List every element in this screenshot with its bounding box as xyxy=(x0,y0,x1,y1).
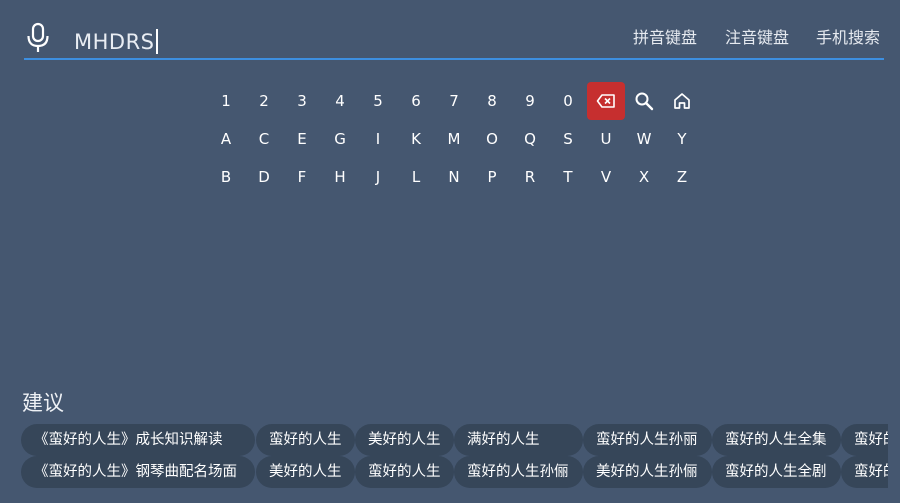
pinyin-keyboard-button[interactable]: 拼音键盘 xyxy=(633,28,697,48)
key-t[interactable]: T xyxy=(549,158,587,196)
key-3[interactable]: 3 xyxy=(283,82,321,120)
key-1[interactable]: 1 xyxy=(207,82,245,120)
search-query-text: MHDRS xyxy=(74,30,155,54)
key-d[interactable]: D xyxy=(245,158,283,196)
suggestions-heading: 建议 xyxy=(22,391,64,415)
suggestion-chip[interactable]: 蛮好的人生孙丽 xyxy=(583,424,712,456)
key-0[interactable]: 0 xyxy=(549,82,587,120)
key-g[interactable]: G xyxy=(321,120,359,158)
suggestion-chip[interactable]: 蛮好的 xyxy=(841,456,888,488)
key-x[interactable]: X xyxy=(625,158,663,196)
key-b[interactable]: B xyxy=(207,158,245,196)
key-u[interactable]: U xyxy=(587,120,625,158)
key-e[interactable]: E xyxy=(283,120,321,158)
search-page: MHDRS 拼音键盘 注音键盘 手机搜索 1 2 3 4 5 6 7 8 9 0 xyxy=(0,0,900,503)
key-k[interactable]: K xyxy=(397,120,435,158)
key-r[interactable]: R xyxy=(511,158,549,196)
suggestion-chip[interactable]: 美好的人生 xyxy=(355,424,454,456)
key-9[interactable]: 9 xyxy=(511,82,549,120)
key-8[interactable]: 8 xyxy=(473,82,511,120)
key-w[interactable]: W xyxy=(625,120,663,158)
search-bar[interactable]: MHDRS 拼音键盘 注音键盘 手机搜索 xyxy=(24,18,884,60)
search-key[interactable] xyxy=(625,82,663,120)
key-h[interactable]: H xyxy=(321,158,359,196)
key-v[interactable]: V xyxy=(587,158,625,196)
key-y[interactable]: Y xyxy=(663,120,701,158)
suggestion-chip[interactable]: 美好的人生 xyxy=(256,456,355,488)
suggestion-chip[interactable]: 蛮好的人生 xyxy=(256,424,355,456)
home-key[interactable] xyxy=(663,82,701,120)
suggestions-list: 《蛮好的人生》成长知识解读 蛮好的人生 美好的人生 满好的人生 蛮好的人生孙丽 … xyxy=(0,424,888,494)
text-cursor xyxy=(155,29,158,54)
microphone-icon[interactable] xyxy=(24,22,52,54)
suggestion-chip[interactable]: 蛮好的 xyxy=(841,424,888,456)
suggestion-chip[interactable]: 满好的人生 xyxy=(454,424,583,456)
key-7[interactable]: 7 xyxy=(435,82,473,120)
key-4[interactable]: 4 xyxy=(321,82,359,120)
suggestion-chip[interactable]: 蛮好的人生全集 xyxy=(712,424,841,456)
key-z[interactable]: Z xyxy=(663,158,701,196)
key-n[interactable]: N xyxy=(435,158,473,196)
key-a[interactable]: A xyxy=(207,120,245,158)
key-5[interactable]: 5 xyxy=(359,82,397,120)
key-j[interactable]: J xyxy=(359,158,397,196)
backspace-key[interactable] xyxy=(587,82,625,120)
key-p[interactable]: P xyxy=(473,158,511,196)
search-input[interactable]: MHDRS xyxy=(74,29,158,54)
key-6[interactable]: 6 xyxy=(397,82,435,120)
suggestion-chip[interactable]: 蛮好的人生 xyxy=(355,456,454,488)
key-s[interactable]: S xyxy=(549,120,587,158)
key-m[interactable]: M xyxy=(435,120,473,158)
key-o[interactable]: O xyxy=(473,120,511,158)
search-icon xyxy=(635,92,654,111)
suggestion-chip[interactable]: 蛮好的人生孙俪 xyxy=(454,456,583,488)
backspace-icon xyxy=(596,94,615,108)
key-f[interactable]: F xyxy=(283,158,321,196)
suggestion-chip[interactable]: 蛮好的人生全剧 xyxy=(712,456,841,488)
phone-search-button[interactable]: 手机搜索 xyxy=(816,28,880,48)
key-i[interactable]: I xyxy=(359,120,397,158)
suggestion-chip[interactable]: 美好的人生孙俪 xyxy=(583,456,712,488)
key-c[interactable]: C xyxy=(245,120,283,158)
key-q[interactable]: Q xyxy=(511,120,549,158)
suggestion-chip[interactable]: 《蛮好的人生》钢琴曲配名场面 xyxy=(21,456,255,488)
zhuyin-keyboard-button[interactable]: 注音键盘 xyxy=(725,28,789,48)
suggestion-chip[interactable]: 《蛮好的人生》成长知识解读 xyxy=(21,424,255,456)
key-l[interactable]: L xyxy=(397,158,435,196)
key-2[interactable]: 2 xyxy=(245,82,283,120)
home-icon xyxy=(674,93,690,109)
